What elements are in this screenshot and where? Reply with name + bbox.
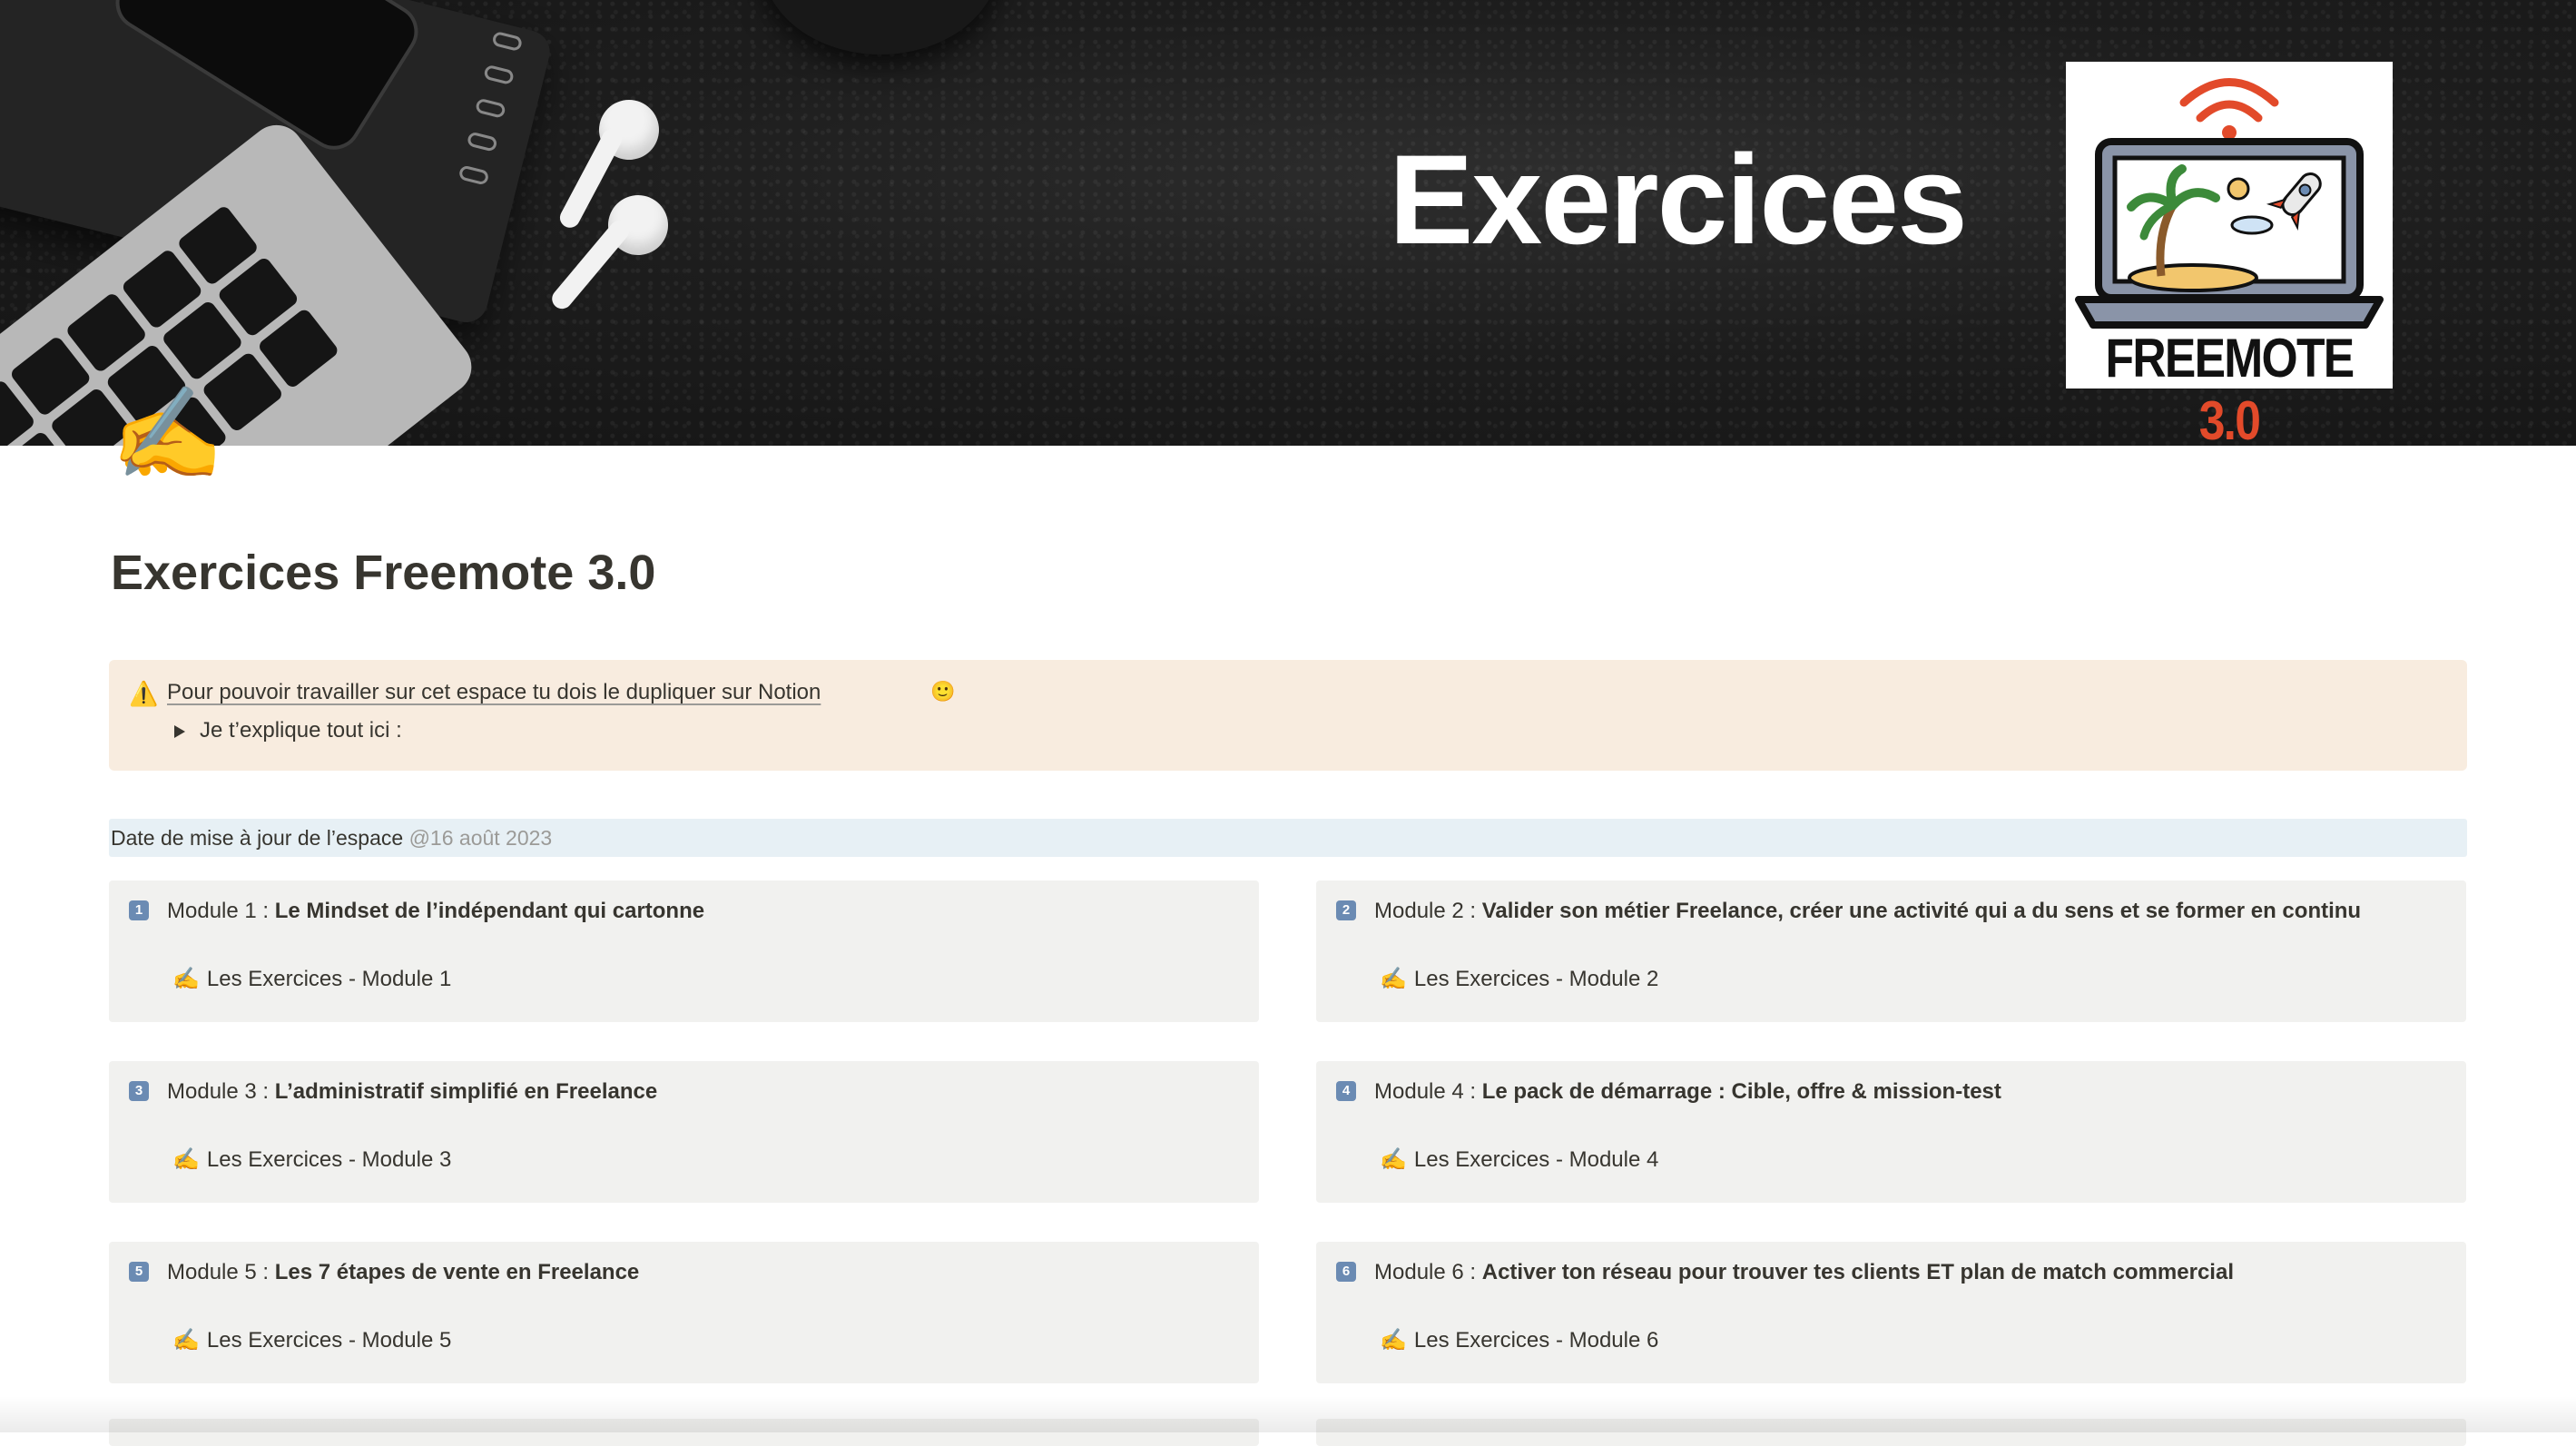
warning-icon: ⚠️: [129, 680, 159, 707]
writing-hand-icon: ✍️: [172, 967, 200, 991]
module-exercises-link[interactable]: ✍️ Les Exercices - Module 3: [172, 1146, 451, 1173]
writing-hand-icon: ✍️: [172, 1147, 200, 1172]
module-title: Module 1 : Le Mindset de l’indépendant q…: [167, 899, 705, 923]
cover-title: Exercices: [1389, 128, 1968, 271]
module-title: Module 3 : L’administratif simplifié en …: [167, 1079, 658, 1104]
freemote-logo: FREEMOTE 3.0: [2066, 62, 2393, 446]
module-title: Module 4 : Le pack de démarrage : Cible,…: [1374, 1079, 2001, 1104]
duplicate-instructions-link[interactable]: Pour pouvoir travailler sur cet espace t…: [167, 680, 821, 705]
module-card-3: 3 Module 3 : L’administratif simplifié e…: [109, 1061, 1259, 1203]
page-cover[interactable]: Exercices FREEMOTE 3.0: [0, 0, 2576, 446]
keycap-number-icon: 3: [129, 1081, 149, 1101]
keycap-number-icon: 4: [1336, 1081, 1356, 1101]
smile-emoji-icon: 🙂: [930, 680, 956, 703]
logo-text: FREEMOTE 3.0: [2105, 328, 2355, 446]
module-title: Module 6 : Activer ton réseau pour trouv…: [1374, 1260, 2234, 1284]
writing-hand-icon: ✍️: [1380, 967, 1407, 991]
page-title[interactable]: Exercices Freemote 3.0: [111, 545, 655, 601]
module-card-5: 5 Module 5 : Les 7 étapes de vente en Fr…: [109, 1242, 1259, 1383]
module-exercises-link[interactable]: ✍️ Les Exercices - Module 4: [1380, 1146, 1658, 1173]
module-title: Module 2 : Valider son métier Freelance,…: [1374, 899, 2362, 923]
writing-hand-icon: ✍️: [1380, 1328, 1407, 1353]
module-title: Module 5 : Les 7 étapes de vente en Free…: [167, 1260, 640, 1284]
module-exercises-link[interactable]: ✍️ Les Exercices - Module 5: [172, 1327, 451, 1353]
module-card-6: 6 Module 6 : Activer ton réseau pour tro…: [1316, 1242, 2466, 1383]
module-card-1: 1 Module 1 : Le Mindset de l’indépendant…: [109, 880, 1259, 1022]
module-exercises-link[interactable]: ✍️ Les Exercices - Module 6: [1380, 1327, 1658, 1353]
update-date-label: Date de mise à jour de l’espace: [111, 826, 409, 850]
update-date-bar: Date de mise à jour de l’espace @16 août…: [109, 819, 2467, 857]
writing-hand-icon: ✍️: [172, 1328, 200, 1353]
module-card-2: 2 Module 2 : Valider son métier Freelanc…: [1316, 880, 2466, 1022]
keycap-number-icon: 2: [1336, 900, 1356, 920]
writing-hand-icon[interactable]: ✍️: [111, 389, 224, 479]
module-card-4: 4 Module 4 : Le pack de démarrage : Cibl…: [1316, 1061, 2466, 1203]
date-mention[interactable]: @16 août 2023: [409, 826, 553, 850]
toggle-label: Je t’explique tout ici :: [200, 718, 402, 743]
keycap-number-icon: 5: [129, 1262, 149, 1282]
window-bottom-shadow: [0, 1396, 2576, 1432]
module-exercises-link[interactable]: ✍️ Les Exercices - Module 2: [1380, 966, 1658, 992]
keycap-number-icon: 6: [1336, 1262, 1356, 1282]
module-exercises-link[interactable]: ✍️ Les Exercices - Module 1: [172, 966, 451, 992]
explanation-toggle[interactable]: Je t’explique tout ici :: [174, 718, 402, 743]
notebook-spiral: [457, 30, 524, 186]
duplicate-callout: ⚠️ Pour pouvoir travailler sur cet espac…: [109, 660, 2467, 771]
keycap-number-icon: 1: [129, 900, 149, 920]
toggle-triangle-icon[interactable]: [174, 724, 185, 738]
writing-hand-icon: ✍️: [1380, 1147, 1407, 1172]
